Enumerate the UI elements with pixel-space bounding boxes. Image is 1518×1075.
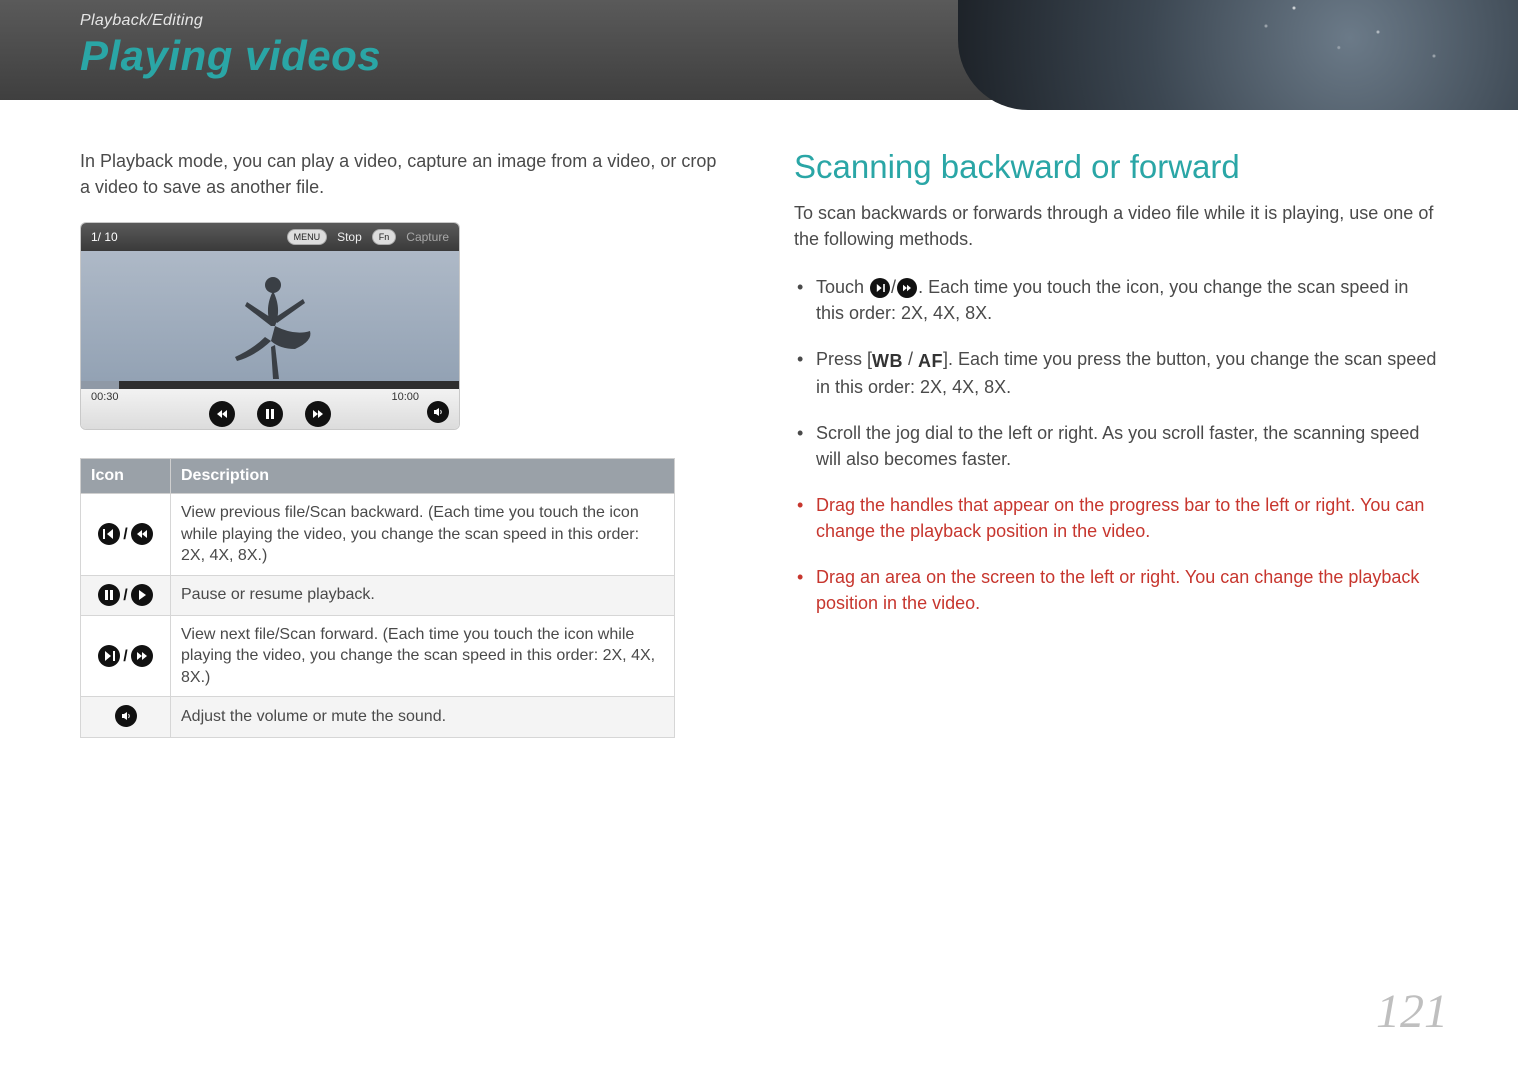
table-cell-desc: View next file/Scan forward. (Each time … xyxy=(171,615,675,697)
pause-icon xyxy=(98,584,120,606)
scan-forward-icon[interactable] xyxy=(305,401,331,427)
scan-forward-icon xyxy=(131,645,153,667)
section-intro: To scan backwards or forwards through a … xyxy=(794,200,1438,252)
table-cell-desc: Pause or resume playback. xyxy=(171,575,675,615)
video-controls-bar: 00:30 10:00 xyxy=(81,389,459,429)
left-column: In Playback mode, you can play a video, … xyxy=(80,148,724,738)
list-text-pre: Touch xyxy=(816,277,869,297)
menu-pill: MENU xyxy=(287,229,328,245)
table-header-icon: Icon xyxy=(81,459,171,494)
list-item: Drag the handles that appear on the prog… xyxy=(794,492,1438,544)
intro-text: In Playback mode, you can play a video, … xyxy=(80,148,724,200)
volume-icon[interactable] xyxy=(427,401,449,423)
af-button-label: AF xyxy=(918,348,943,374)
stop-label: Stop xyxy=(337,230,362,244)
list-item: Touch /. Each time you touch the icon, y… xyxy=(794,274,1438,326)
progress-bar[interactable] xyxy=(81,381,459,389)
dancer-silhouette-icon xyxy=(225,271,315,381)
wb-button-label: WB xyxy=(872,348,903,374)
table-row: / Pause or resume playback. xyxy=(81,575,675,615)
file-counter: 1/ 10 xyxy=(91,230,118,244)
icon-description-table: Icon Description / View previous file/Sc… xyxy=(80,458,675,738)
next-file-icon xyxy=(98,645,120,667)
next-file-icon xyxy=(870,278,890,298)
progress-fill xyxy=(81,381,119,389)
list-item: Drag an area on the screen to the left o… xyxy=(794,564,1438,616)
section-heading: Scanning backward or forward xyxy=(794,148,1438,186)
prev-file-icon xyxy=(98,523,120,545)
list-text: Scroll the jog dial to the left or right… xyxy=(816,423,1419,469)
list-item: Scroll the jog dial to the left or right… xyxy=(794,420,1438,472)
list-text: Drag an area on the screen to the left o… xyxy=(816,567,1419,613)
total-time: 10:00 xyxy=(391,391,419,403)
fn-pill: Fn xyxy=(372,229,397,245)
list-item: Press [WB / AF]. Each time you press the… xyxy=(794,346,1438,399)
table-row: / View previous file/Scan backward. (Eac… xyxy=(81,494,675,576)
page-number: 121 xyxy=(1376,984,1448,1039)
table-cell-desc: Adjust the volume or mute the sound. xyxy=(171,697,675,738)
video-player-mock: 1/ 10 MENU Stop Fn Capture xyxy=(80,222,460,430)
video-info-bar: 1/ 10 MENU Stop Fn Capture xyxy=(81,223,459,251)
volume-icon xyxy=(115,705,137,727)
list-text-post: ]. Each time you press the button, you c… xyxy=(816,349,1436,396)
table-header-desc: Description xyxy=(171,459,675,494)
right-column: Scanning backward or forward To scan bac… xyxy=(794,148,1438,738)
header-decoration xyxy=(958,0,1518,110)
scan-forward-icon xyxy=(897,278,917,298)
scan-backward-icon[interactable] xyxy=(209,401,235,427)
table-cell-desc: View previous file/Scan backward. (Each … xyxy=(171,494,675,576)
page-header: Playback/Editing Playing videos xyxy=(0,0,1518,100)
method-list: Touch /. Each time you touch the icon, y… xyxy=(794,274,1438,616)
table-row: Adjust the volume or mute the sound. xyxy=(81,697,675,738)
elapsed-time: 00:30 xyxy=(91,391,119,403)
play-icon xyxy=(131,584,153,606)
video-canvas xyxy=(81,251,459,381)
list-text-pre: Press [ xyxy=(816,349,872,369)
pause-icon[interactable] xyxy=(257,401,283,427)
list-text: Drag the handles that appear on the prog… xyxy=(816,495,1424,541)
capture-label: Capture xyxy=(406,230,449,244)
scan-backward-icon xyxy=(131,523,153,545)
table-row: / View next file/Scan forward. (Each tim… xyxy=(81,615,675,697)
